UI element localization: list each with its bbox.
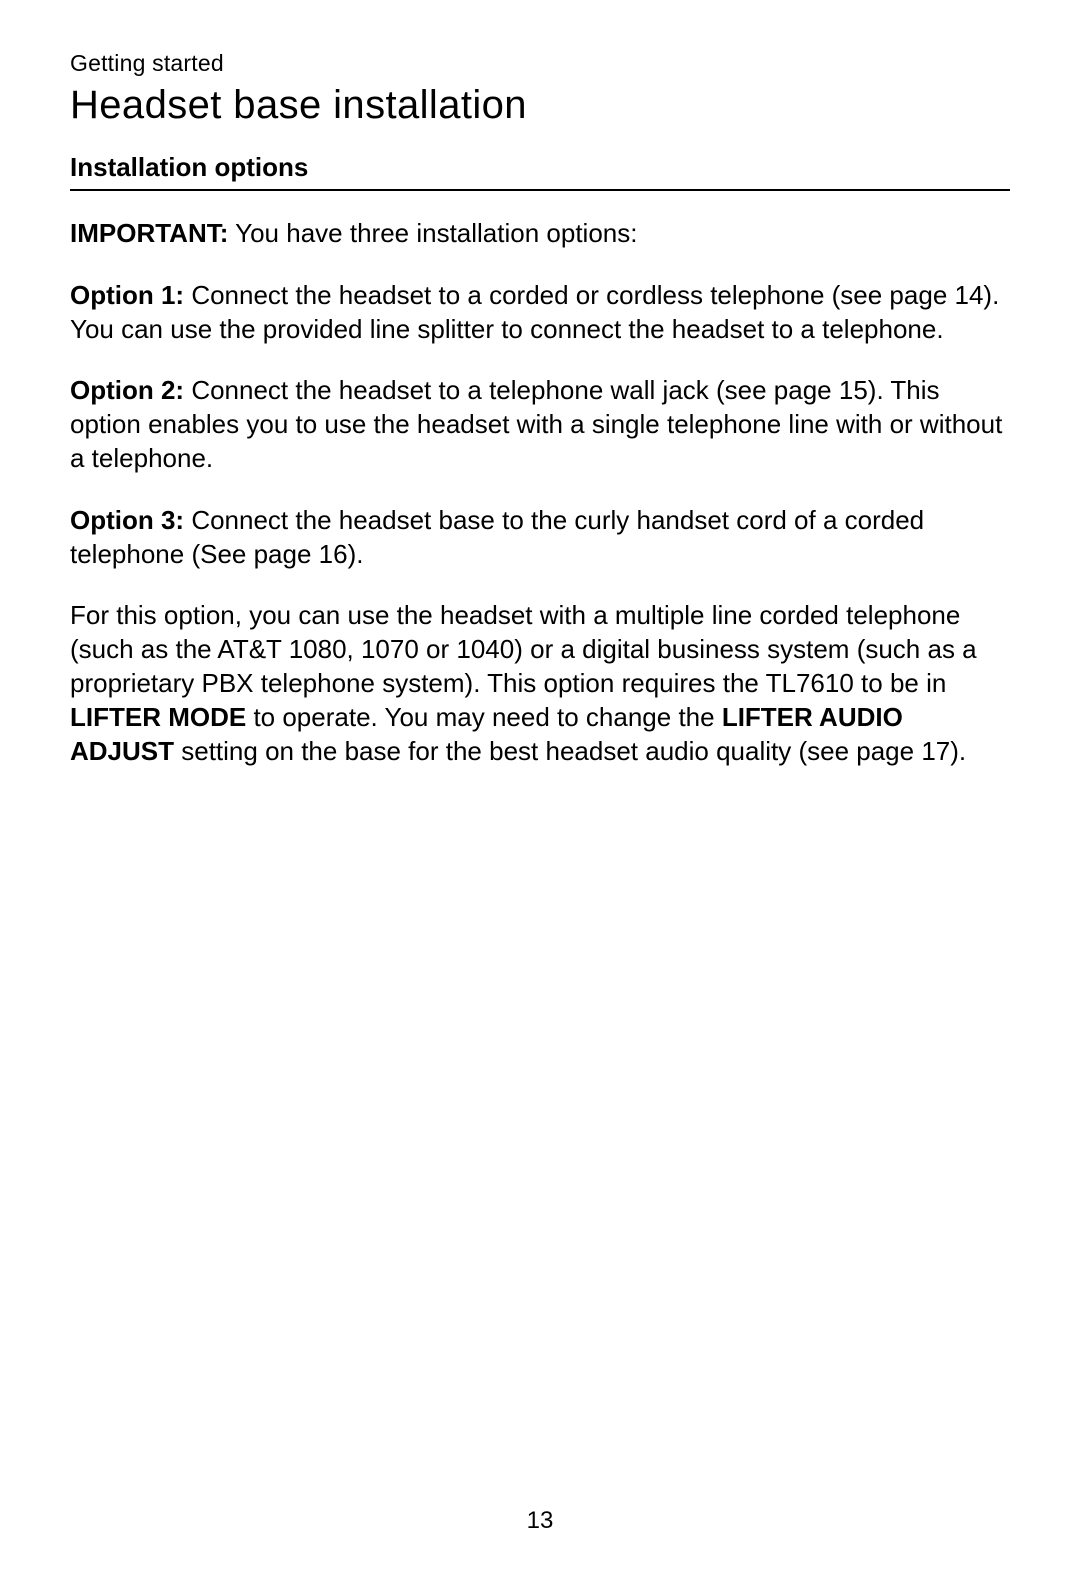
important-label: IMPORTANT:	[70, 218, 228, 248]
important-text: You have three installation options:	[228, 218, 637, 248]
page-title: Headset base installation	[70, 83, 1010, 128]
section-label: Getting started	[70, 50, 1010, 77]
page-number: 13	[0, 1507, 1080, 1535]
option-3-paragraph: Option 3: Connect the headset base to th…	[70, 504, 1010, 572]
important-paragraph: IMPORTANT: You have three installation o…	[70, 217, 1010, 251]
option-1-label: Option 1:	[70, 280, 184, 310]
subsection-heading: Installation options	[70, 152, 1010, 191]
footnote-paragraph: For this option, you can use the headset…	[70, 599, 1010, 768]
option-3-label: Option 3:	[70, 505, 184, 535]
option-1-paragraph: Option 1: Connect the headset to a corde…	[70, 279, 1010, 347]
document-page: Getting started Headset base installatio…	[0, 0, 1080, 1575]
option-1-text: Connect the headset to a corded or cordl…	[70, 280, 999, 344]
option-2-paragraph: Option 2: Connect the headset to a telep…	[70, 374, 1010, 475]
option-3-text: Connect the headset base to the curly ha…	[70, 505, 924, 569]
footnote-post: setting on the base for the best headset…	[174, 736, 966, 766]
footnote-bold-1: LIFTER MODE	[70, 702, 246, 732]
option-2-label: Option 2:	[70, 375, 184, 405]
footnote-mid: to operate. You may need to change the	[246, 702, 722, 732]
option-2-text: Connect the headset to a telephone wall …	[70, 375, 1002, 473]
footnote-pre: For this option, you can use the headset…	[70, 600, 977, 698]
